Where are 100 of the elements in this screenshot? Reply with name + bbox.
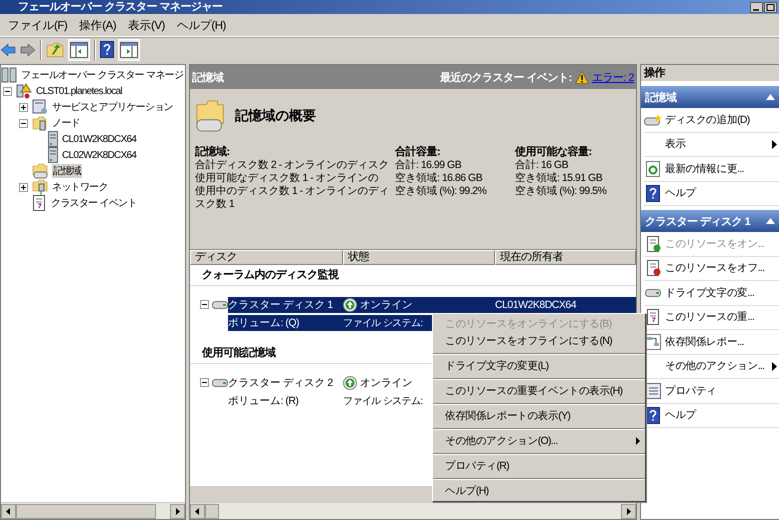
summary-line: 合計: 16.99 GB <box>395 159 462 172</box>
scroll-thumb[interactable] <box>16 504 156 518</box>
summary-line: 使用可能なディスク数 1 - オンラインの <box>195 172 380 185</box>
summary-line: 空き領域 (%): 99.2% <box>395 185 488 198</box>
summary-line: 合計: 16 GB <box>515 159 570 172</box>
context-menu-item[interactable]: その他のアクション(O)... <box>433 432 645 454</box>
collapse-icon[interactable] <box>766 218 775 224</box>
tree-item[interactable]: クラスター イベント <box>50 196 138 210</box>
services-icon <box>32 99 48 115</box>
toggle-tree-pane-button[interactable] <box>68 38 90 60</box>
properties-icon <box>646 382 660 399</box>
scroll-right-button[interactable] <box>170 504 185 518</box>
server-icon <box>48 147 58 163</box>
online-icon <box>343 376 357 390</box>
summary-line: 合計ディスク数 2 - オンラインのディスク <box>195 159 390 172</box>
pane-icon <box>120 42 138 58</box>
collapse-toggle[interactable] <box>3 86 12 96</box>
action-item[interactable]: このリソースをオフ... <box>644 256 779 281</box>
section-header[interactable]: クラスター ディスク 1 <box>641 210 779 232</box>
resource-offline-icon <box>646 260 660 276</box>
online-icon <box>343 298 357 312</box>
add-disk-icon <box>644 114 662 126</box>
resource-online-icon <box>646 236 660 252</box>
scroll-left-button[interactable] <box>1 504 16 518</box>
help-icon <box>646 184 660 202</box>
summary-line: 空き領域: 15.91 GB <box>515 172 604 185</box>
pane-title: 記憶域 <box>192 70 224 84</box>
collapse-toggle[interactable] <box>19 118 28 128</box>
disk-name[interactable]: クラスター ディスク 1 <box>228 296 343 312</box>
toggle-action-pane-button[interactable] <box>118 38 140 60</box>
pane-icon <box>70 42 88 58</box>
submenu-arrow-icon <box>772 140 777 149</box>
tree-item[interactable]: CLST01.planetes.local <box>35 86 123 96</box>
context-menu-item[interactable]: このリソースの重要イベントの表示(H) <box>433 382 645 404</box>
drive-icon <box>645 288 661 297</box>
tree-item[interactable]: ネットワーク <box>51 180 109 194</box>
action-item[interactable]: ドライブ文字の変... <box>644 281 779 306</box>
column-header[interactable]: 状態 <box>343 250 495 265</box>
expand-toggle[interactable] <box>19 182 28 192</box>
menu-item[interactable]: ヘルプ(H) <box>170 18 232 32</box>
summary-line: 使用中のディスク数 1 - オンラインのディスク数 1 <box>195 185 390 211</box>
column-header[interactable]: ディスク <box>190 250 343 265</box>
maximize-button[interactable] <box>764 2 777 12</box>
folder-network-icon <box>32 178 48 196</box>
summary-line: 空き領域 (%): 99.5% <box>515 185 608 198</box>
action-item[interactable]: ヘルプ <box>644 182 779 206</box>
horizontal-scrollbar[interactable] <box>190 502 636 519</box>
scroll-thumb[interactable] <box>205 504 219 518</box>
window-title: フェールオーバー クラスター マネージャー <box>18 0 223 14</box>
collapse-icon[interactable] <box>766 94 775 100</box>
events-label: 最近のクラスター イベント: <box>440 70 572 84</box>
context-menu-item[interactable]: このリソースをオフラインにする(N) <box>433 332 645 354</box>
tree-item[interactable]: 記憶域 <box>52 164 82 178</box>
disk-name[interactable]: クラスター ディスク 2 <box>228 374 343 390</box>
menu-item[interactable]: 操作(A) <box>73 18 122 32</box>
server-icon <box>48 131 58 147</box>
horizontal-scrollbar[interactable] <box>1 502 185 519</box>
owner-cell: CL01W2K8DCX64 <box>495 296 636 312</box>
context-menu-item[interactable]: ヘルプ(H) <box>433 482 645 499</box>
summary-title: 記憶域の概要 <box>235 107 316 125</box>
folder-disk-icon <box>32 163 49 179</box>
collapse-toggle[interactable] <box>200 378 209 387</box>
refresh-icon <box>646 160 660 177</box>
warning-icon <box>574 70 589 84</box>
help-icon[interactable] <box>100 41 114 58</box>
summary-heading: 合計容量: <box>395 145 442 159</box>
expand-toggle[interactable] <box>19 102 28 112</box>
submenu-arrow-icon <box>636 436 640 444</box>
event-log-icon <box>32 195 47 211</box>
tree-item[interactable]: フェールオーバー クラスター マネージ <box>20 68 184 82</box>
servers-icon <box>1 67 17 83</box>
collapse-toggle[interactable] <box>200 300 209 309</box>
summary-heading: 使用可能な容量: <box>515 145 593 159</box>
context-menu-item[interactable]: 依存関係レポートの表示(Y) <box>433 408 645 428</box>
section-header[interactable]: 記憶域 <box>641 86 779 108</box>
status-cell: オンライン <box>343 296 495 312</box>
column-header[interactable]: 現在の所有者 <box>495 250 636 265</box>
minimize-button[interactable] <box>750 2 763 12</box>
context-menu-item[interactable]: ドライブ文字の変更(L) <box>433 358 645 378</box>
cluster-warning-icon <box>16 83 32 99</box>
back-arrow-icon[interactable] <box>0 42 16 56</box>
scroll-left-button[interactable] <box>190 504 205 518</box>
menu-item[interactable]: 表示(V) <box>122 18 171 32</box>
action-item[interactable]: ディスクの追加(D) <box>644 108 779 132</box>
action-item[interactable]: 表示 <box>644 132 779 157</box>
tree-item[interactable]: CL01W2K8DCX64 <box>61 134 138 144</box>
filesystem-cell-text: ファイル システム: <box>343 394 424 408</box>
summary-heading: 記憶域: <box>195 145 231 159</box>
action-item[interactable]: 最新の情報に更... <box>644 157 779 182</box>
folder-up-icon[interactable] <box>46 42 64 58</box>
tree-item[interactable]: サービスとアプリケーション <box>51 100 174 114</box>
group-title: クォーラム内のディスク監視 <box>190 265 636 286</box>
scroll-right-button[interactable] <box>621 504 636 518</box>
tree-item[interactable]: ノード <box>51 116 81 130</box>
menu-item[interactable]: ファイル(F) <box>2 18 74 32</box>
tree-item[interactable]: CL02W2K8DCX64 <box>61 150 138 160</box>
summary-line: 空き領域: 16.86 GB <box>395 172 484 185</box>
context-menu-item[interactable]: プロパティ(R) <box>433 458 645 478</box>
folder-server-icon <box>32 115 48 131</box>
forward-arrow-icon[interactable] <box>20 42 36 56</box>
